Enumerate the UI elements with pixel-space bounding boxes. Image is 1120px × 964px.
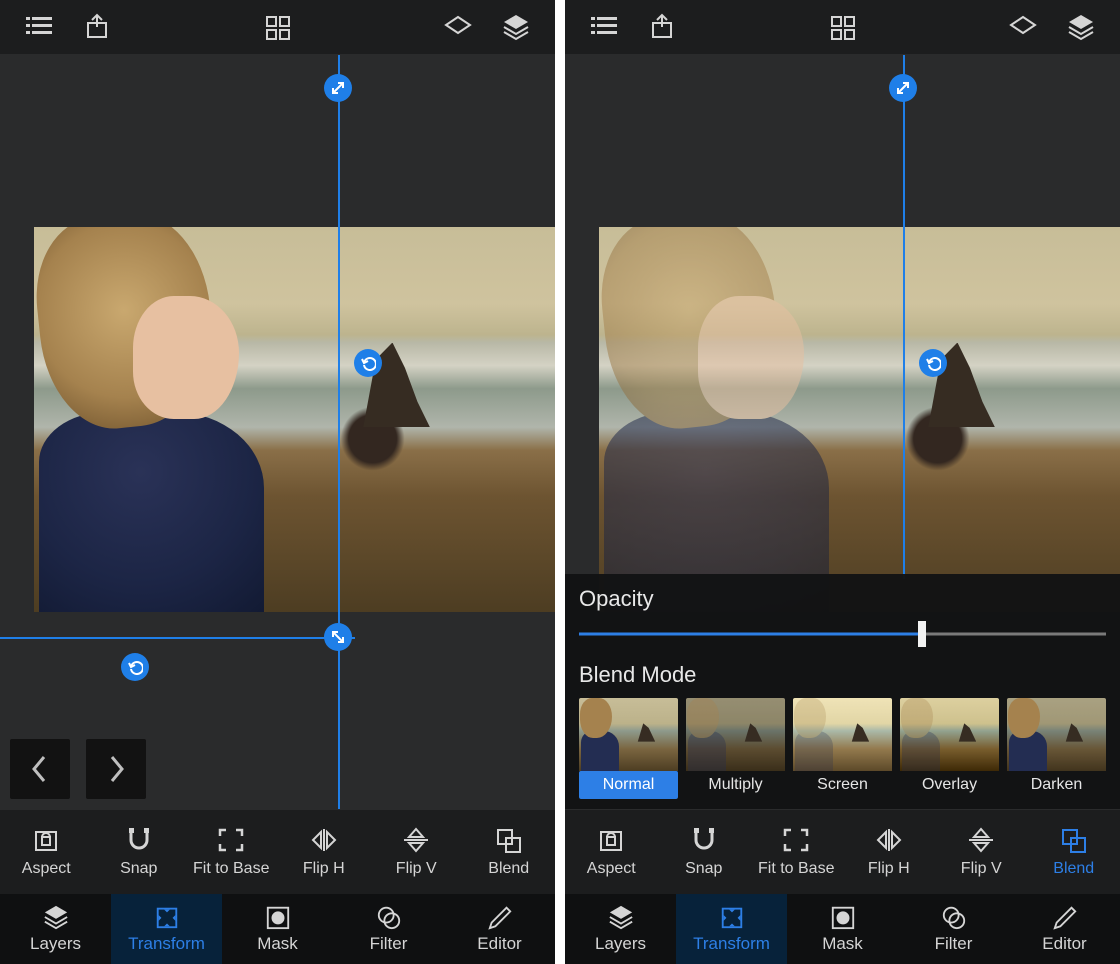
blend-mode-list: Normal Multiply Screen Overlay Darken — [579, 698, 1106, 799]
list-icon[interactable] — [575, 7, 633, 47]
action-row: Aspect Snap Fit to Base Flip H Flip V Bl… — [565, 809, 1120, 894]
nav-label: Layers — [30, 934, 81, 954]
flip-v-button[interactable]: Flip V — [374, 826, 459, 878]
nav-layers[interactable]: Layers — [565, 894, 676, 964]
share-icon[interactable] — [68, 7, 126, 47]
handle-rotate[interactable] — [354, 349, 382, 377]
blend-mode-overlay[interactable]: Overlay — [900, 698, 999, 799]
blend-mode-label: Blend Mode — [579, 662, 1106, 688]
nav-mask[interactable]: Mask — [222, 894, 333, 964]
action-label: Flip H — [868, 860, 910, 878]
nav-label: Editor — [477, 934, 521, 954]
blend-panel: Opacity Blend Mode Normal Multiply Scr — [565, 574, 1120, 809]
canvas-area[interactable] — [0, 55, 555, 809]
snap-button[interactable]: Snap — [96, 826, 181, 878]
nav-transform[interactable]: Transform — [676, 894, 787, 964]
nav-filter[interactable]: Filter — [898, 894, 1009, 964]
composite-image[interactable] — [599, 227, 1120, 612]
grid-icon[interactable] — [249, 7, 307, 47]
layer-outline-icon[interactable] — [429, 7, 487, 47]
nav-editor[interactable]: Editor — [1009, 894, 1120, 964]
action-label: Fit to Base — [758, 860, 834, 878]
handle-rotate[interactable] — [919, 349, 947, 377]
blend-mode-screen[interactable]: Screen — [793, 698, 892, 799]
fit-to-base-button[interactable]: Fit to Base — [754, 826, 839, 878]
blend-button[interactable]: Blend — [466, 826, 551, 878]
bottom-nav: Layers Transform Mask Filter Editor — [0, 894, 555, 964]
action-label: Aspect — [22, 860, 71, 878]
blend-button[interactable]: Blend — [1031, 826, 1116, 878]
flip-h-button[interactable]: Flip H — [846, 826, 931, 878]
nav-label: Mask — [822, 934, 863, 954]
nav-label: Filter — [370, 934, 408, 954]
handle-scale[interactable] — [324, 74, 352, 102]
flip-h-button[interactable]: Flip H — [281, 826, 366, 878]
grid-icon[interactable] — [814, 7, 872, 47]
action-label: Blend — [488, 860, 529, 878]
fit-to-base-button[interactable]: Fit to Base — [189, 826, 274, 878]
nav-label: Transform — [693, 934, 770, 954]
blend-mode-darken[interactable]: Darken — [1007, 698, 1106, 799]
snap-button[interactable]: Snap — [661, 826, 746, 878]
layers-stack-icon[interactable] — [487, 7, 545, 47]
opacity-label: Opacity — [579, 586, 1106, 612]
nav-label: Mask — [257, 934, 298, 954]
action-label: Flip V — [961, 860, 1002, 878]
action-label: Fit to Base — [193, 860, 269, 878]
list-icon[interactable] — [10, 7, 68, 47]
handle-scale[interactable] — [889, 74, 917, 102]
aspect-button[interactable]: Aspect — [569, 826, 654, 878]
blend-mode-chip-label: Normal — [579, 771, 678, 799]
action-label: Flip V — [396, 860, 437, 878]
canvas-area[interactable]: Opacity Blend Mode Normal Multiply Scr — [565, 55, 1120, 809]
top-toolbar — [565, 0, 1120, 55]
right-pane: Opacity Blend Mode Normal Multiply Scr — [565, 0, 1120, 964]
blend-mode-normal[interactable]: Normal — [579, 698, 678, 799]
nav-filter[interactable]: Filter — [333, 894, 444, 964]
nav-transform[interactable]: Transform — [111, 894, 222, 964]
prev-button[interactable] — [10, 739, 70, 799]
layer-outline-icon[interactable] — [994, 7, 1052, 47]
action-label: Snap — [120, 860, 157, 878]
composite-image[interactable] — [34, 227, 555, 612]
action-label: Snap — [685, 860, 722, 878]
aspect-button[interactable]: Aspect — [4, 826, 89, 878]
nav-label: Editor — [1042, 934, 1086, 954]
nav-label: Transform — [128, 934, 205, 954]
handle-reset[interactable] — [121, 653, 149, 681]
selection-guide-horizontal[interactable] — [0, 637, 355, 639]
selection-guide-vertical[interactable] — [338, 55, 340, 809]
blend-mode-chip-label: Screen — [793, 771, 892, 799]
action-row: Aspect Snap Fit to Base Flip H Flip V Bl… — [0, 809, 555, 894]
blend-mode-chip-label: Multiply — [686, 771, 785, 799]
nav-label: Layers — [595, 934, 646, 954]
left-pane: Aspect Snap Fit to Base Flip H Flip V Bl… — [0, 0, 555, 964]
handle-corner[interactable] — [324, 623, 352, 651]
nav-mask[interactable]: Mask — [787, 894, 898, 964]
selection-guide-vertical[interactable] — [903, 55, 905, 579]
next-button[interactable] — [86, 739, 146, 799]
opacity-slider[interactable] — [579, 622, 1106, 646]
blend-mode-chip-label: Darken — [1007, 771, 1106, 799]
action-label: Aspect — [587, 860, 636, 878]
action-label: Blend — [1053, 860, 1094, 878]
layers-stack-icon[interactable] — [1052, 7, 1110, 47]
action-label: Flip H — [303, 860, 345, 878]
blend-mode-multiply[interactable]: Multiply — [686, 698, 785, 799]
nav-editor[interactable]: Editor — [444, 894, 555, 964]
flip-v-button[interactable]: Flip V — [939, 826, 1024, 878]
nav-label: Filter — [935, 934, 973, 954]
share-icon[interactable] — [633, 7, 691, 47]
top-toolbar — [0, 0, 555, 55]
bottom-nav: Layers Transform Mask Filter Editor — [565, 894, 1120, 964]
pager — [10, 739, 146, 799]
nav-layers[interactable]: Layers — [0, 894, 111, 964]
blend-mode-chip-label: Overlay — [900, 771, 999, 799]
